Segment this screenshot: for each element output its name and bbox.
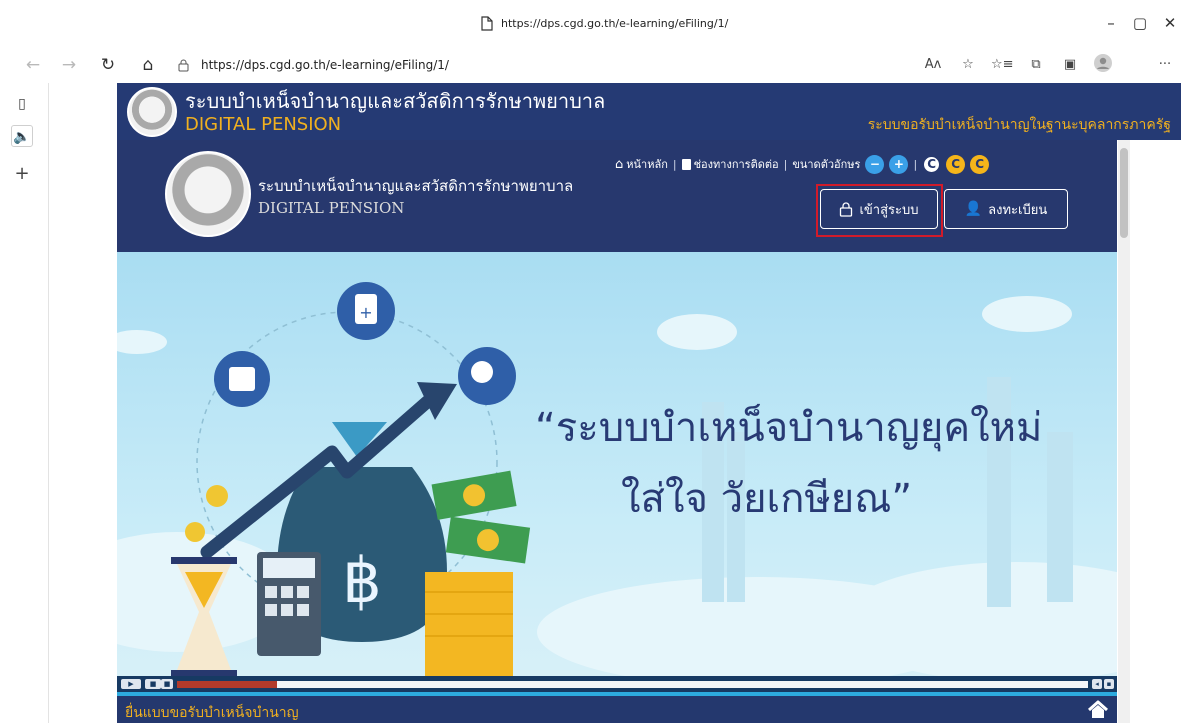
collections-icon[interactable]: ⧉ <box>1025 55 1047 75</box>
title-bar: https://dps.cgd.go.th/e-learning/eFiling… <box>0 0 1187 46</box>
pause-button[interactable]: ■ <box>145 679 161 689</box>
profile-icon[interactable] <box>1092 53 1114 73</box>
minimize-icon[interactable]: – <box>1099 12 1123 34</box>
more-icon[interactable]: ··· <box>1154 55 1176 75</box>
embedded-header: ระบบบำเหน็จบำนาญและสวัสดิการรักษาพยาบาล … <box>117 140 1117 252</box>
utility-links: ⌂ หน้าหลัก | ช่องทางการติดต่อ | ขนาดตัวอ… <box>615 153 990 175</box>
footer-title: ยื่นแบบขอรับบำเหน็จบำนาญ <box>125 705 299 721</box>
tab-url: https://dps.cgd.go.th/e-learning/eFiling… <box>501 16 729 30</box>
browser-window: https://dps.cgd.go.th/e-learning/eFiling… <box>0 0 1187 723</box>
page-icon <box>481 15 493 31</box>
close-icon[interactable]: ✕ <box>1158 12 1182 34</box>
house-icon: ⌂ <box>615 156 624 172</box>
home-icon[interactable] <box>1087 700 1109 720</box>
contrast-normal-button[interactable]: C <box>922 154 942 174</box>
page-scrollbar[interactable] <box>1118 140 1130 723</box>
back-icon[interactable]: ← <box>22 54 44 76</box>
home-link[interactable]: ⌂ หน้าหลัก <box>615 155 668 173</box>
separator: | <box>672 157 677 171</box>
lock-icon[interactable] <box>178 59 189 72</box>
favorite-add-icon[interactable]: ☆ <box>957 55 979 75</box>
hero-subheadline: ใส่ใจ วัยเกษียณ” <box>621 476 913 522</box>
contact-icon <box>681 158 691 170</box>
forward-icon[interactable]: → <box>58 54 80 76</box>
svg-text:+: + <box>359 303 372 322</box>
address-bar: ← → ↻ ⌂ https://dps.cgd.go.th/e-learning… <box>0 46 1187 83</box>
progress-fill <box>177 681 277 688</box>
header-title-en: DIGITAL PENSION <box>185 114 342 135</box>
extensions-icon[interactable]: ▣ <box>1059 55 1081 75</box>
favorites-icon[interactable]: ☆≡ <box>991 55 1014 75</box>
login-button[interactable]: เข้าสู่ระบบ <box>820 189 938 229</box>
logo-title-th: ระบบบำเหน็จบำนาญและสวัสดิการรักษาพยาบาล <box>258 177 574 195</box>
ministry-seal-icon <box>127 87 177 137</box>
header-subtitle: ระบบขอรับบำเหน็จบำนาญในฐานะบุคลากรภาครัฐ <box>867 117 1171 133</box>
url-field[interactable]: https://dps.cgd.go.th/e-learning/eFiling… <box>178 56 449 74</box>
ministry-seal-icon <box>165 151 251 237</box>
contrast-high-button[interactable]: C <box>970 154 990 174</box>
separator: | <box>783 157 788 171</box>
hero-headline: “ระบบบำเหน็จบำนาญยุคใหม่ <box>535 405 1043 451</box>
font-size-label: ขนาดตัวอักษร <box>792 158 861 171</box>
vertical-tab-panel: ▯ 🔈 + <box>0 83 49 723</box>
play-button[interactable]: ▶ <box>121 679 141 689</box>
speaker-icon[interactable]: 🔈 <box>11 125 33 147</box>
reload-icon[interactable]: ↻ <box>97 54 119 76</box>
user-add-icon: 👤 <box>964 201 983 217</box>
svg-text:฿: ฿ <box>342 544 381 617</box>
read-aloud-icon[interactable]: Aᴧ <box>922 55 944 75</box>
url-text[interactable]: https://dps.cgd.go.th/e-learning/eFiling… <box>201 58 449 72</box>
tab-actions-icon[interactable]: ▯ <box>11 93 33 115</box>
header-title-th: ระบบบำเหน็จบำนาญและสวัสดิการรักษาพยาบาล <box>185 89 606 113</box>
fullscreen-button[interactable]: ▪ <box>1104 679 1114 689</box>
increase-font-button[interactable]: + <box>889 154 909 174</box>
page-viewport: ระบบบำเหน็จบำนาญและสวัสดิการรักษาพยาบาล … <box>49 83 1187 723</box>
contact-link[interactable]: ช่องทางการติดต่อ <box>681 155 779 173</box>
logo-title-en: DIGITAL PENSION <box>258 199 405 217</box>
tab-title: https://dps.cgd.go.th/e-learning/eFiling… <box>481 14 728 32</box>
scrollbar-thumb[interactable] <box>1120 148 1128 238</box>
video-controls: ▶ ■ ■ ◂ ▪ <box>117 676 1117 692</box>
lock-icon <box>840 201 853 217</box>
footer-bar: ยื่นแบบขอรับบำเหน็จบำนาญ <box>117 692 1117 723</box>
restore-icon[interactable]: ▢ <box>1128 12 1152 34</box>
progress-track[interactable] <box>177 681 1088 688</box>
decrease-font-button[interactable]: − <box>865 154 885 174</box>
contrast-yellow-button[interactable]: C <box>946 154 966 174</box>
hero-banner: + ฿ “ระบบบำเหน็จบำนาญยุคใหม่ ใส่ใจ วัยเก… <box>117 252 1117 676</box>
separator: | <box>913 157 918 171</box>
site-header: ระบบบำเหน็จบำนาญและสวัสดิการรักษาพยาบาล … <box>117 83 1181 140</box>
register-button[interactable]: 👤 ลงทะเบียน <box>944 189 1068 229</box>
home-icon[interactable]: ⌂ <box>137 54 159 76</box>
hero-illustration: + ฿ <box>117 282 1117 676</box>
add-icon[interactable]: + <box>11 163 33 185</box>
stop-button[interactable]: ■ <box>161 679 173 689</box>
volume-button[interactable]: ◂ <box>1092 679 1102 689</box>
